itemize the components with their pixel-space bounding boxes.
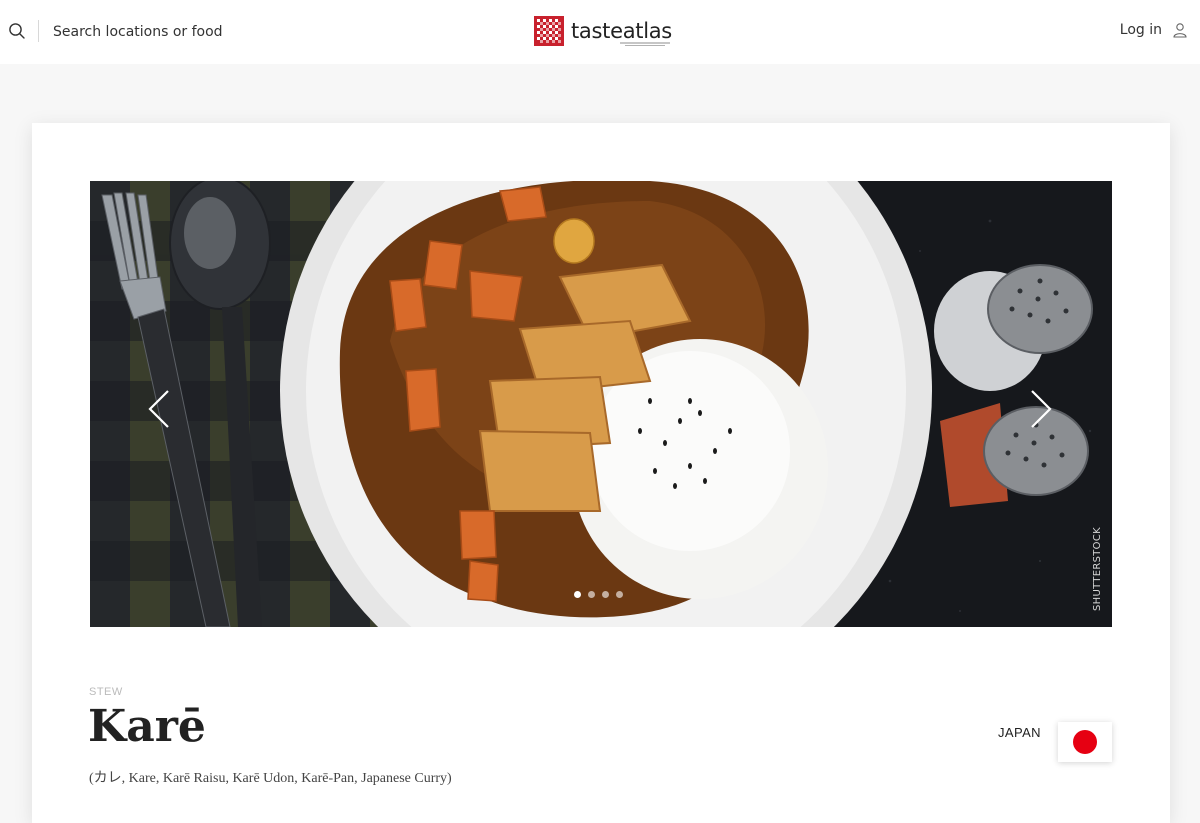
logo-underline-icon <box>620 42 670 46</box>
checkered-logo-icon <box>534 16 564 46</box>
japan-flag-icon[interactable] <box>1058 722 1112 762</box>
site-logo[interactable]: tasteatlas <box>534 16 672 46</box>
logo-text-taste: taste <box>571 19 623 43</box>
dish-title: Karē <box>88 701 206 752</box>
login-label: Log in <box>1119 22 1162 38</box>
site-header: tasteatlas Log in <box>0 0 1200 64</box>
flag-sun <box>1073 730 1097 754</box>
carousel-dot[interactable] <box>574 591 581 598</box>
chevron-left-icon[interactable] <box>144 387 174 431</box>
carousel-dot[interactable] <box>602 591 609 598</box>
hero-carousel[interactable]: SHUTTERSTOCK <box>90 181 1112 627</box>
search-input[interactable] <box>53 20 313 44</box>
dish-photo <box>90 181 1112 627</box>
dish-card: SHUTTERSTOCK STEW Karē (カレ, Kare, Karē R… <box>32 123 1170 823</box>
search-icon[interactable] <box>8 22 26 40</box>
country-link[interactable]: JAPAN <box>998 725 1041 740</box>
logo-text-atlas: atlas <box>622 19 673 43</box>
dish-alt-names: (カレ, Kare, Karē Raisu, Karē Udon, Karē-P… <box>89 771 452 786</box>
dish-category[interactable]: STEW <box>89 686 123 698</box>
carousel-dot[interactable] <box>588 591 595 598</box>
user-icon <box>1173 23 1187 38</box>
chevron-right-icon[interactable] <box>1026 387 1056 431</box>
login-button[interactable]: Log in <box>1120 22 1188 38</box>
carousel-dot[interactable] <box>616 591 623 598</box>
search-divider <box>38 20 39 42</box>
logo-wordmark: tasteatlas <box>571 19 673 46</box>
image-credit: SHUTTERSTOCK <box>1092 527 1103 611</box>
carousel-dots <box>574 591 623 598</box>
